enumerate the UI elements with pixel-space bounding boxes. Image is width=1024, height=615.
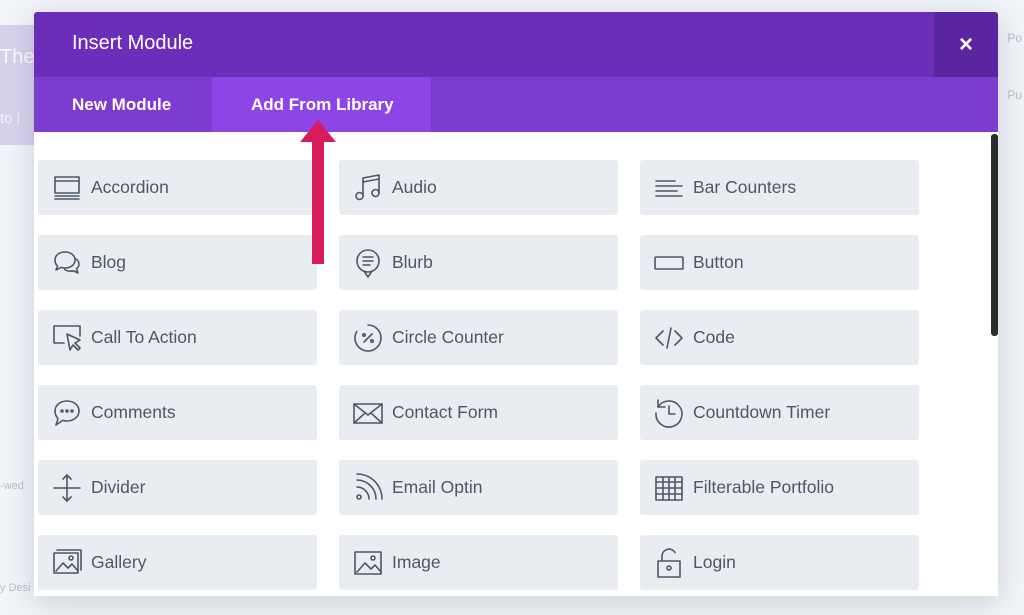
module-audio[interactable]: Audio — [339, 160, 618, 215]
background-right-text: Po — [1007, 31, 1022, 45]
module-label: Contact Form — [392, 402, 498, 422]
module-label: Divider — [91, 477, 146, 497]
modal-header: Insert Module × — [34, 12, 998, 77]
module-blurb[interactable]: Blurb — [339, 235, 618, 290]
module-label: Login — [693, 552, 736, 572]
module-circle-counter[interactable]: Circle Counter — [339, 310, 618, 365]
bar-lines-icon — [652, 171, 686, 205]
gallery-images-icon — [50, 546, 84, 580]
module-label: Code — [693, 327, 735, 347]
grid-table-icon — [652, 471, 686, 505]
module-call-to-action[interactable]: Call To Action — [38, 310, 317, 365]
module-code[interactable]: Code — [640, 310, 919, 365]
chat-bubbles-icon — [50, 246, 84, 280]
module-grid: Accordion Audio Bar Counters Blog Blurb … — [38, 160, 919, 590]
speech-bubble-lines-icon — [351, 246, 385, 280]
module-label: Gallery — [91, 552, 147, 572]
module-label: Email Optin — [392, 477, 483, 497]
code-brackets-icon — [652, 321, 686, 355]
modal-title: Insert Module — [72, 32, 194, 54]
padlock-icon — [652, 546, 686, 580]
cursor-screen-icon — [50, 321, 84, 355]
module-label: Blurb — [392, 252, 433, 272]
module-label: Image — [392, 552, 441, 572]
envelope-icon — [351, 396, 385, 430]
module-accordion[interactable]: Accordion — [38, 160, 317, 215]
module-label: Audio — [392, 177, 437, 197]
button-rect-icon — [652, 246, 686, 280]
image-icon — [351, 546, 385, 580]
module-email-optin[interactable]: Email Optin — [339, 460, 618, 515]
background-heading: The — [0, 46, 35, 68]
close-button[interactable]: × — [934, 12, 998, 77]
module-label: Comments — [91, 402, 176, 422]
module-filterable-portfolio[interactable]: Filterable Portfolio — [640, 460, 919, 515]
background-subtext: to l — [0, 110, 21, 127]
module-button[interactable]: Button — [640, 235, 919, 290]
module-gallery[interactable]: Gallery — [38, 535, 317, 590]
module-blog[interactable]: Blog — [38, 235, 317, 290]
module-countdown-timer[interactable]: Countdown Timer — [640, 385, 919, 440]
background-right-text: Pu — [1007, 88, 1022, 102]
background-small-text: -wed — [0, 480, 24, 492]
scrollbar[interactable] — [991, 134, 998, 336]
rss-icon — [351, 471, 385, 505]
modal-tabs: New Module Add From Library — [34, 77, 998, 132]
module-label: Accordion — [91, 177, 169, 197]
module-label: Filterable Portfolio — [693, 477, 835, 497]
module-bar-counters[interactable]: Bar Counters — [640, 160, 919, 215]
module-label: Countdown Timer — [693, 402, 831, 422]
comment-dots-icon — [50, 396, 84, 430]
module-comments[interactable]: Comments — [38, 385, 317, 440]
circle-percent-icon — [351, 321, 385, 355]
module-login[interactable]: Login — [640, 535, 919, 590]
module-divider[interactable]: Divider — [38, 460, 317, 515]
background-small-text: y Desi — [0, 582, 31, 594]
accordion-icon — [50, 171, 84, 205]
module-label: Blog — [91, 252, 127, 272]
annotation-arrow — [300, 120, 336, 264]
module-label: Button — [693, 252, 744, 272]
music-note-icon — [351, 171, 385, 205]
module-image[interactable]: Image — [339, 535, 618, 590]
module-contact-form[interactable]: Contact Form — [339, 385, 618, 440]
clock-history-icon — [652, 396, 686, 430]
module-label: Call To Action — [91, 327, 197, 347]
module-label: Bar Counters — [693, 177, 797, 197]
vertical-divider-icon — [50, 471, 84, 505]
tab-new-module[interactable]: New Module — [72, 77, 171, 132]
module-label: Circle Counter — [392, 327, 504, 347]
